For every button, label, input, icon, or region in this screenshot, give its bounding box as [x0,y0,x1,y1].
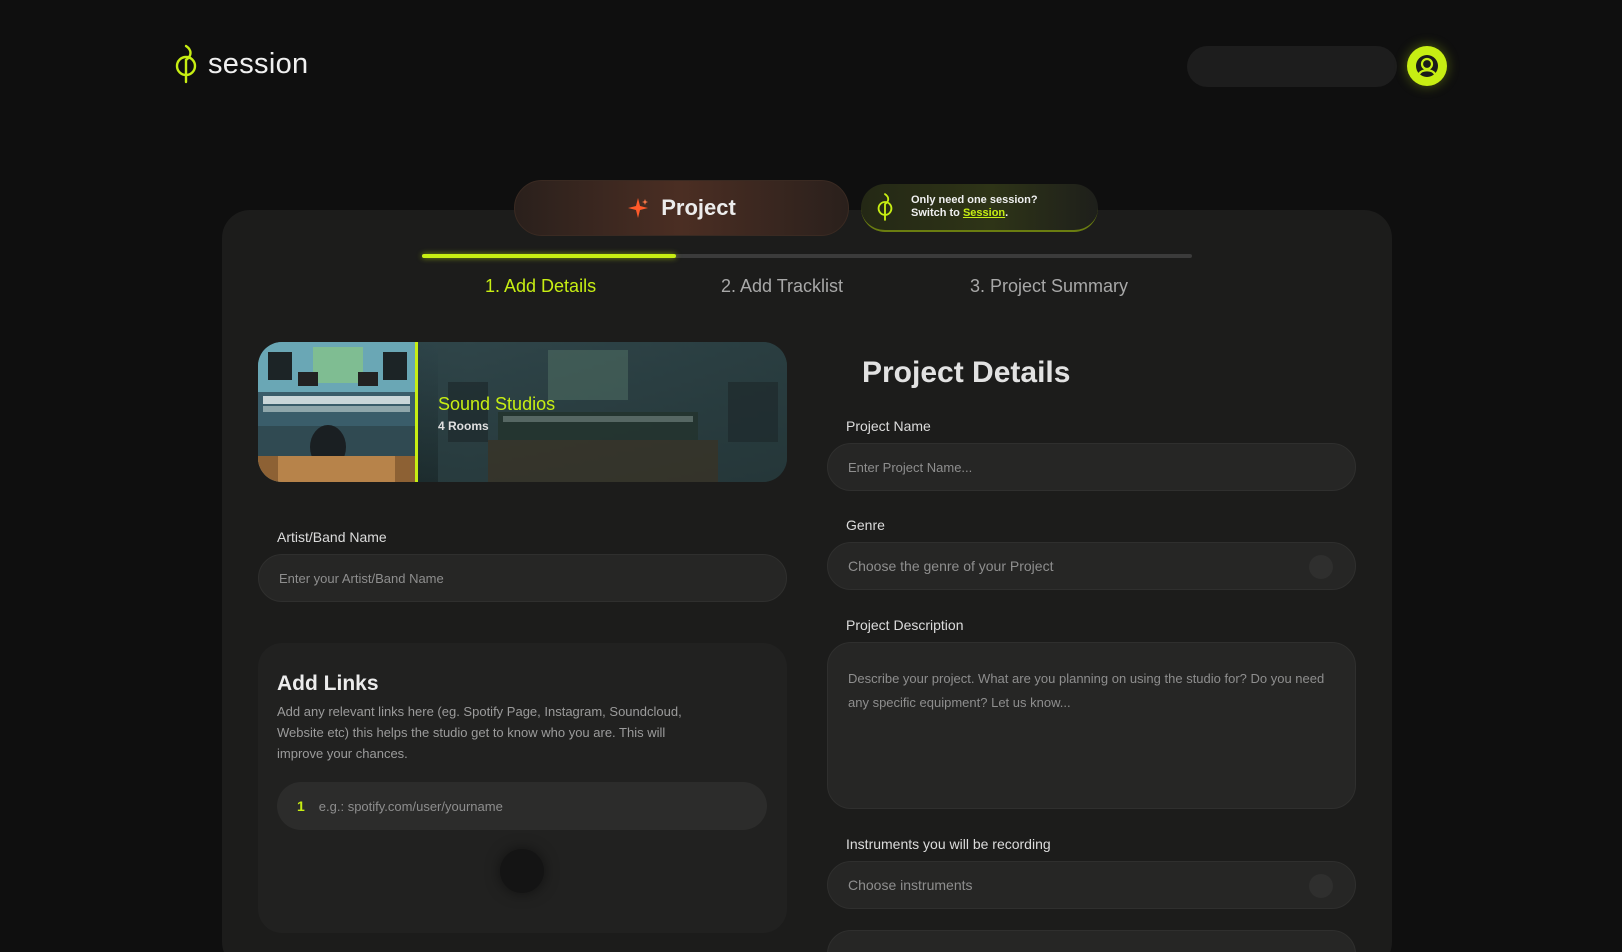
artist-name-input[interactable]: Enter your Artist/Band Name [258,554,787,602]
treble-clef-icon [877,193,893,221]
project-name-input[interactable]: Enter Project Name... [827,443,1356,491]
user-icon [1416,55,1438,77]
genre-placeholder: Choose the genre of your Project [848,558,1054,574]
artist-label: Artist/Band Name [277,529,387,545]
link-index: 1 [297,798,305,814]
project-description-placeholder: Describe your project. What are you plan… [848,671,1325,710]
instruments-label: Instruments you will be recording [846,836,1051,852]
instruments-placeholder: Choose instruments [848,877,973,893]
genre-select[interactable]: Choose the genre of your Project [827,542,1356,590]
switch-line2: Switch to Session. [911,207,1038,220]
user-avatar[interactable] [1407,46,1447,86]
add-link-button[interactable] [500,849,544,893]
genre-dropdown-icon [1309,555,1333,579]
progress-track [422,254,1192,258]
treble-clef-logo-icon [175,44,197,84]
header-search-pill[interactable] [1187,46,1397,87]
step-add-details[interactable]: 1. Add Details [485,276,596,297]
instruments-select[interactable]: Choose instruments [827,861,1356,909]
project-name-placeholder: Enter Project Name... [848,459,973,475]
tab-project-label: Project [661,195,736,220]
switch-prefix: Switch to [911,207,963,219]
studio-rooms: 4 Rooms [438,419,489,433]
switch-text: Only need one session? Switch to Session… [911,194,1038,220]
logo-text: session [208,47,309,80]
step-add-tracklist[interactable]: 2. Add Tracklist [721,276,843,297]
link-placeholder: e.g.: spotify.com/user/yourname [318,798,503,814]
switch-line1: Only need one session? [911,194,1038,206]
studio-name: Sound Studios [438,394,556,414]
artist-placeholder: Enter your Artist/Band Name [279,570,444,586]
session-link[interactable]: Session [963,207,1005,219]
switch-to-session-pill[interactable]: Only need one session? Switch to Session… [861,184,1098,232]
add-links-description: Add any relevant links here (eg. Spotify… [277,704,682,761]
project-name-label: Project Name [846,418,931,434]
add-links-title: Add Links [277,672,379,695]
sparkle-icon [628,198,649,218]
instruments-dropdown-icon [1309,874,1333,898]
logo[interactable]: session [172,44,308,84]
genre-label: Genre [846,517,885,533]
tab-project[interactable]: Project [514,180,849,236]
link-input[interactable]: 1 e.g.: spotify.com/user/yourname [277,782,767,830]
next-field-input[interactable] [827,930,1356,952]
project-details-title: Project Details [862,356,1071,389]
project-description-label: Project Description [846,617,964,633]
step-project-summary[interactable]: 3. Project Summary [970,276,1128,297]
project-description-textarea[interactable]: Describe your project. What are you plan… [827,642,1356,809]
progress-fill [422,254,677,258]
switch-suffix: . [1005,207,1009,219]
studio-thumbnail-image [258,342,418,482]
